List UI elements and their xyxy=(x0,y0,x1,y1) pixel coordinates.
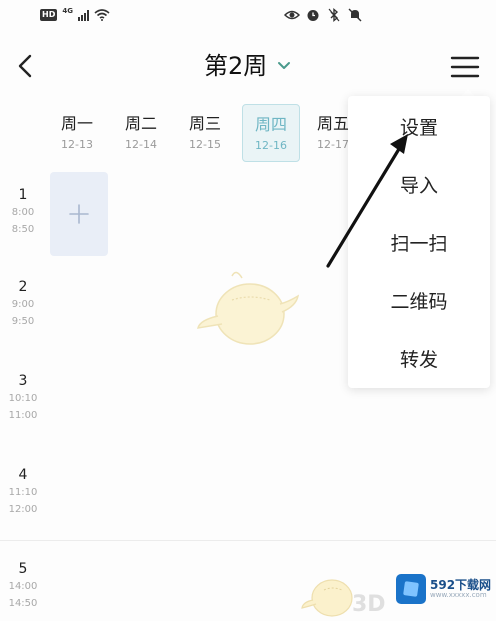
signal-icon xyxy=(77,9,89,21)
day-name: 周四 xyxy=(254,115,287,134)
menu-item-settings[interactable]: 设置 xyxy=(348,108,490,148)
period-end: 9:50 xyxy=(11,316,35,327)
menu-item-import[interactable]: 导入 xyxy=(348,166,490,206)
mascot-watermark xyxy=(196,271,300,345)
back-icon[interactable] xyxy=(14,50,38,82)
day-name: 周一 xyxy=(60,114,93,133)
period-number: 1 xyxy=(18,187,28,203)
bluetooth-icon xyxy=(328,8,340,22)
status-left: HD 4G xyxy=(40,7,110,21)
day-date: 12-13 xyxy=(61,138,93,151)
add-course-cell[interactable] xyxy=(50,172,108,256)
period-number: 4 xyxy=(18,467,28,483)
day-date: 12-16 xyxy=(255,139,287,152)
period-4: 4 11:10 12:00 xyxy=(0,466,46,518)
period-number: 3 xyxy=(18,373,28,389)
period-start: 11:10 xyxy=(8,487,38,498)
period-number: 2 xyxy=(18,279,28,295)
period-end: 12:00 xyxy=(8,504,38,515)
period-start: 8:00 xyxy=(11,207,35,218)
day-thu-current[interactable]: 周四 12-16 xyxy=(242,104,300,162)
plus-icon xyxy=(69,204,89,224)
period-end: 14:50 xyxy=(8,598,38,609)
site-logo-icon xyxy=(396,574,426,604)
hd-badge: HD xyxy=(40,9,58,21)
network-type: 4G xyxy=(62,7,73,15)
period-start: 9:00 xyxy=(11,299,35,310)
menu-item-scan[interactable]: 扫一扫 xyxy=(348,224,490,264)
day-name: 周三 xyxy=(188,114,221,133)
options-menu: 设置 导入 扫一扫 二维码 转发 xyxy=(348,96,490,388)
day-wed[interactable]: 周三 12-15 xyxy=(176,104,234,162)
day-tue[interactable]: 周二 12-14 xyxy=(112,104,170,162)
header: 第2周 xyxy=(0,34,496,100)
day-date: 12-15 xyxy=(189,138,221,151)
status-right xyxy=(284,8,363,22)
period-end: 8:50 xyxy=(11,224,35,235)
menu-item-qrcode[interactable]: 二维码 xyxy=(348,282,490,322)
day-date: 12-14 xyxy=(125,138,157,151)
mute-icon xyxy=(348,8,362,22)
period-2: 2 9:00 9:50 xyxy=(0,278,46,330)
day-mon[interactable]: 周一 12-13 xyxy=(48,104,106,162)
status-bar: HD 4G xyxy=(0,0,496,34)
period-5: 5 14:00 14:50 xyxy=(0,560,46,612)
period-3: 3 10:10 11:00 xyxy=(0,372,46,424)
alarm-icon xyxy=(307,10,319,21)
period-start: 10:10 xyxy=(8,393,38,404)
eye-icon xyxy=(284,10,300,20)
chevron-down-icon[interactable] xyxy=(276,59,292,73)
day-name: 周二 xyxy=(124,114,157,133)
watermark-3d: 3D xyxy=(352,592,386,617)
site-watermark: 592下载网 www.xxxxx.com xyxy=(396,574,492,604)
week-title[interactable]: 第2周 xyxy=(204,48,267,84)
period-start: 14:00 xyxy=(8,581,38,592)
period-number: 5 xyxy=(18,561,28,577)
menu-item-share[interactable]: 转发 xyxy=(348,340,490,380)
period-end: 11:00 xyxy=(8,410,38,421)
wifi-icon xyxy=(94,9,110,21)
afternoon-divider xyxy=(0,540,496,541)
site-url: www.xxxxx.com xyxy=(430,591,487,599)
menu-icon[interactable] xyxy=(450,54,480,80)
period-1: 1 8:00 8:50 xyxy=(0,186,46,238)
